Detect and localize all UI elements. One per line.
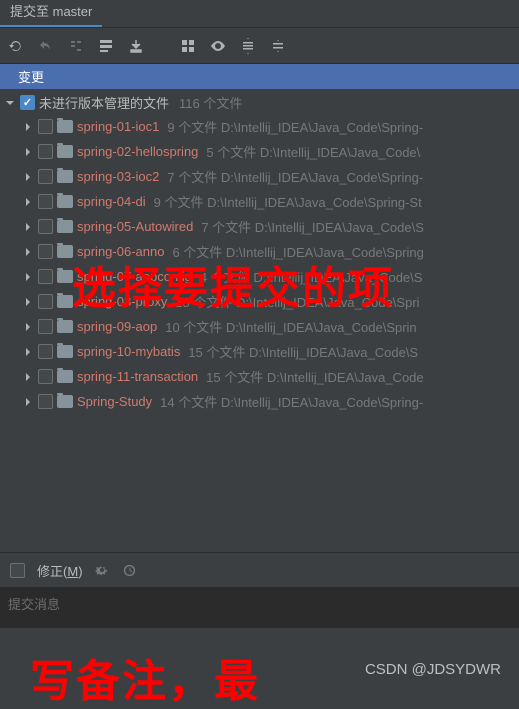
collapse-icon[interactable] — [270, 38, 286, 54]
tree-item[interactable]: spring-07-appconfig 4 个文件 D:\Intellij_IDE… — [0, 264, 519, 289]
item-meta: 15 个文件 D:\Intellij_IDEA\Java_Code\Spri — [175, 292, 419, 311]
item-checkbox[interactable] — [38, 294, 53, 309]
item-name: spring-06-anno — [77, 244, 164, 259]
chevron-right-icon[interactable] — [22, 346, 34, 358]
folder-icon — [57, 245, 73, 258]
file-tree: 未进行版本管理的文件 116 个文件 spring-01-ioc1 9 个文件 D… — [0, 89, 519, 416]
item-meta: 15 个文件 D:\Intellij_IDEA\Java_Code — [206, 367, 423, 386]
root-checkbox[interactable] — [20, 95, 35, 110]
folder-icon — [57, 270, 73, 283]
tree-item[interactable]: spring-02-hellospring 5 个文件 D:\Intellij_I… — [0, 139, 519, 164]
diff-icon — [68, 38, 84, 54]
changelist-icon[interactable] — [98, 38, 114, 54]
root-label: 未进行版本管理的文件 — [39, 93, 169, 112]
folder-icon — [57, 370, 73, 383]
item-checkbox[interactable] — [38, 219, 53, 234]
item-meta: 7 个文件 D:\Intellij_IDEA\Java_Code\Spring- — [167, 167, 423, 186]
chevron-right-icon[interactable] — [22, 146, 34, 158]
tree-item[interactable]: spring-04-di 9 个文件 D:\Intellij_IDEA\Java_… — [0, 189, 519, 214]
item-checkbox[interactable] — [38, 394, 53, 409]
history-icon[interactable] — [122, 563, 137, 578]
chevron-right-icon[interactable] — [22, 296, 34, 308]
folder-icon — [57, 295, 73, 308]
item-checkbox[interactable] — [38, 319, 53, 334]
item-meta: 6 个文件 D:\Intellij_IDEA\Java_Code\Spring — [172, 242, 423, 261]
tab-commit[interactable]: 提交至 master — [0, 0, 102, 27]
item-name: spring-11-transaction — [77, 369, 198, 384]
chevron-down-icon[interactable] — [4, 97, 16, 109]
refresh-icon[interactable] — [8, 38, 24, 54]
item-name: spring-07-appconfig — [77, 269, 192, 284]
folder-icon — [57, 345, 73, 358]
item-checkbox[interactable] — [38, 194, 53, 209]
watermark: CSDN @JDSYDWR — [365, 661, 501, 678]
item-checkbox[interactable] — [38, 344, 53, 359]
chevron-right-icon[interactable] — [22, 371, 34, 383]
folder-icon — [57, 395, 73, 408]
chevron-right-icon[interactable] — [22, 171, 34, 183]
expand-icon[interactable] — [240, 38, 256, 54]
shelve-icon[interactable] — [128, 38, 144, 54]
tree-item[interactable]: spring-10-mybatis 15 个文件 D:\Intellij_IDEA… — [0, 339, 519, 364]
annotation-comment: 写备注，最 — [30, 645, 260, 709]
tree-item[interactable]: spring-01-ioc1 9 个文件 D:\Intellij_IDEA\Jav… — [0, 114, 519, 139]
item-meta: 15 个文件 D:\Intellij_IDEA\Java_Code\S — [188, 342, 418, 361]
folder-icon — [57, 120, 73, 133]
commit-message-input[interactable]: 提交消息 — [0, 588, 519, 628]
toolbar — [0, 28, 519, 64]
item-name: spring-05-Autowired — [77, 219, 193, 234]
item-name: spring-04-di — [77, 194, 146, 209]
chevron-right-icon[interactable] — [22, 396, 34, 408]
item-meta: 5 个文件 D:\Intellij_IDEA\Java_Code\ — [206, 142, 420, 161]
item-checkbox[interactable] — [38, 244, 53, 259]
preview-icon[interactable] — [210, 38, 226, 54]
chevron-right-icon[interactable] — [22, 271, 34, 283]
gear-icon[interactable] — [95, 563, 110, 578]
item-meta: 14 个文件 D:\Intellij_IDEA\Java_Code\Spring… — [160, 392, 423, 411]
item-checkbox[interactable] — [38, 144, 53, 159]
amend-bar: 修正(M) — [0, 552, 519, 588]
item-meta: 4 个文件 D:\Intellij_IDEA\Java_Code\S — [200, 267, 423, 286]
item-checkbox[interactable] — [38, 119, 53, 134]
item-checkbox[interactable] — [38, 169, 53, 184]
item-name: spring-02-hellospring — [77, 144, 198, 159]
chevron-right-icon[interactable] — [22, 221, 34, 233]
tree-item[interactable]: spring-11-transaction 15 个文件 D:\Intellij_… — [0, 364, 519, 389]
tree-item[interactable]: spring-03-ioc2 7 个文件 D:\Intellij_IDEA\Jav… — [0, 164, 519, 189]
folder-icon — [57, 195, 73, 208]
item-name: spring-09-aop — [77, 319, 157, 334]
folder-icon — [57, 170, 73, 183]
tree-item[interactable]: spring-08-proxy 15 个文件 D:\Intellij_IDEA\J… — [0, 289, 519, 314]
chevron-right-icon[interactable] — [22, 246, 34, 258]
item-name: spring-10-mybatis — [77, 344, 180, 359]
amend-label[interactable]: 修正(M) — [37, 561, 83, 580]
folder-icon — [57, 320, 73, 333]
group-icon[interactable] — [180, 38, 196, 54]
item-meta: 9 个文件 D:\Intellij_IDEA\Java_Code\Spring- — [167, 117, 423, 136]
folder-icon — [57, 220, 73, 233]
rollback-icon — [38, 38, 54, 54]
item-name: spring-01-ioc1 — [77, 119, 159, 134]
item-meta: 7 个文件 D:\Intellij_IDEA\Java_Code\S — [201, 217, 424, 236]
unversioned-root[interactable]: 未进行版本管理的文件 116 个文件 — [0, 91, 519, 114]
item-name: Spring-Study — [77, 394, 152, 409]
changes-header: 变更 — [0, 64, 519, 89]
chevron-right-icon[interactable] — [22, 121, 34, 133]
root-meta: 116 个文件 — [179, 93, 242, 112]
tab-bar: 提交至 master — [0, 0, 519, 28]
chevron-right-icon[interactable] — [22, 321, 34, 333]
tree-item[interactable]: spring-06-anno 6 个文件 D:\Intellij_IDEA\Jav… — [0, 239, 519, 264]
item-meta: 10 个文件 D:\Intellij_IDEA\Java_Code\Sprin — [165, 317, 416, 336]
item-meta: 9 个文件 D:\Intellij_IDEA\Java_Code\Spring-… — [154, 192, 422, 211]
folder-icon — [57, 145, 73, 158]
item-checkbox[interactable] — [38, 269, 53, 284]
tree-item[interactable]: Spring-Study 14 个文件 D:\Intellij_IDEA\Java… — [0, 389, 519, 414]
tree-item[interactable]: spring-05-Autowired 7 个文件 D:\Intellij_IDE… — [0, 214, 519, 239]
item-name: spring-08-proxy — [77, 294, 167, 309]
chevron-right-icon[interactable] — [22, 196, 34, 208]
tree-item[interactable]: spring-09-aop 10 个文件 D:\Intellij_IDEA\Jav… — [0, 314, 519, 339]
amend-checkbox[interactable] — [10, 563, 25, 578]
item-checkbox[interactable] — [38, 369, 53, 384]
item-name: spring-03-ioc2 — [77, 169, 159, 184]
